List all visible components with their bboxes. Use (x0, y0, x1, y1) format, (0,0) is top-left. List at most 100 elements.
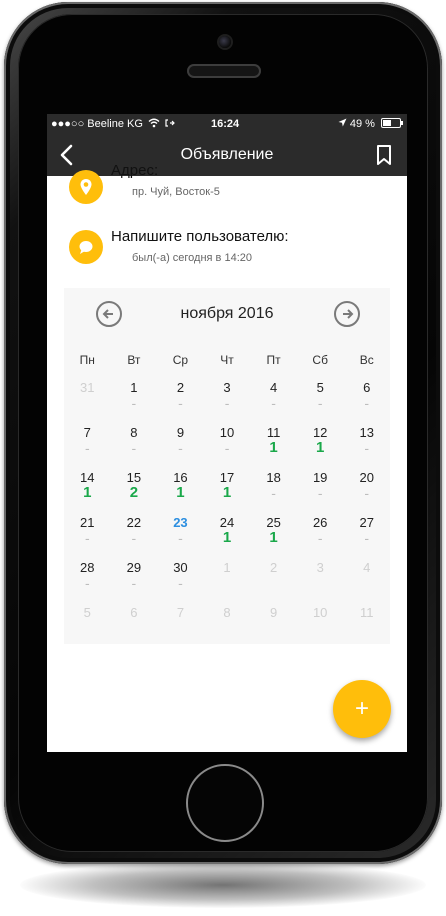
day-number: 8 (130, 425, 138, 440)
day-booking-count: - (317, 530, 323, 546)
calendar-day[interactable]: 28- (64, 554, 111, 599)
add-button[interactable]: + (333, 680, 391, 738)
front-camera (219, 36, 231, 48)
calendar-day: 2 (250, 554, 297, 599)
listing-content: Адрес: пр. Чуй, Восток-5 Напишите пользо… (47, 162, 407, 752)
day-number: 5 (83, 605, 91, 620)
day-number: 13 (359, 425, 374, 440)
calendar-day: 11 (343, 599, 390, 644)
calendar-week: 7-8-9-10-11 1 12 1 13- (64, 419, 390, 464)
day-number: 3 (316, 560, 324, 575)
location-pin-icon (69, 170, 103, 204)
calendar-day[interactable]: 9- (157, 419, 204, 464)
message-title[interactable]: Напишите пользователю: (111, 228, 289, 245)
carrier-signal: ●●●○○ Beeline KG (51, 118, 175, 130)
weekday-label: Пн (79, 353, 95, 367)
calendar-day: 31 (64, 374, 111, 419)
earpiece-speaker (187, 64, 261, 78)
calendar-day[interactable]: 27- (343, 509, 390, 554)
calendar-day[interactable]: 4- (250, 374, 297, 419)
day-number: 10 (219, 425, 235, 440)
day-number: 27 (359, 515, 374, 530)
day-number: 6 (130, 605, 138, 620)
location-arrow-icon (338, 118, 347, 127)
calendar-day-today[interactable]: 23- (157, 509, 204, 554)
next-month-button[interactable] (334, 301, 360, 327)
day-booking-count (297, 576, 344, 590)
calendar-day[interactable]: 15 2 (111, 464, 158, 509)
calendar-day[interactable]: 30- (157, 554, 204, 599)
day-booking-count (111, 621, 158, 635)
day-number: 9 (269, 605, 278, 620)
calendar-day[interactable]: 12 1 (297, 419, 344, 464)
day-booking-count: - (131, 395, 137, 411)
calendar-day[interactable]: 18- (250, 464, 297, 509)
calendar-day[interactable]: 5- (297, 374, 344, 419)
day-booking-count: 1 (222, 529, 232, 546)
day-number: 1 (130, 380, 138, 395)
day-number: 10 (312, 605, 328, 620)
weekday-label: Ср (172, 353, 189, 367)
day-booking-count: - (131, 530, 137, 546)
day-booking-count (157, 621, 204, 635)
weekday-label: Чт (220, 353, 234, 367)
calendar-day[interactable]: 7- (64, 419, 111, 464)
battery-percent: 49 % (349, 118, 375, 130)
weekday-label: Сб (312, 353, 328, 367)
address-value: пр. Чуй, Восток-5 (132, 186, 220, 198)
calendar-day[interactable]: 17 1 (204, 464, 251, 509)
calendar-day[interactable]: 16 1 (157, 464, 204, 509)
calendar-day[interactable]: 19- (297, 464, 344, 509)
status-bar: ●●●○○ Beeline KG 16:24 49 % (47, 114, 407, 134)
day-number: 22 (126, 515, 142, 530)
calendar-day: 5 (64, 599, 111, 644)
weekday-label: Вт (127, 353, 141, 367)
calendar-day[interactable]: 1- (111, 374, 158, 419)
bookmark-icon[interactable] (373, 144, 395, 166)
status-time: 16:24 (211, 118, 240, 130)
calendar-day[interactable]: 26- (297, 509, 344, 554)
weekday-label: Пт (266, 353, 281, 367)
calendar-day: 8 (204, 599, 251, 644)
calendar-grid: Пн Вт Ср Чт Пт Сб Вс 31 1-2-3-4-5-6-7-8-9-10-11… (64, 346, 390, 644)
day-booking-count: - (84, 575, 90, 591)
day-booking-count: 1 (269, 529, 278, 546)
home-button[interactable] (186, 764, 264, 842)
calendar-day[interactable]: 14 1 (64, 464, 111, 509)
calendar-day[interactable]: 20- (343, 464, 390, 509)
calendar-day[interactable]: 13- (343, 419, 390, 464)
weekday-label: Вс (359, 353, 374, 367)
day-booking-count: - (364, 395, 370, 411)
day-number: 1 (223, 560, 231, 575)
calendar-day[interactable]: 11 1 (250, 419, 297, 464)
calendar-day[interactable]: 22- (111, 509, 158, 554)
calendar-day[interactable]: 24 1 (204, 509, 251, 554)
calendar-day[interactable]: 2- (157, 374, 204, 419)
calendar-day: 1 (204, 554, 251, 599)
day-number: 26 (312, 515, 328, 530)
day-booking-count: - (178, 575, 183, 591)
day-booking-count: 1 (83, 484, 92, 501)
calendar-day[interactable]: 29- (111, 554, 158, 599)
calendar-week: 5 6 7 8 9 10 11 (64, 599, 390, 644)
calendar-day[interactable]: 6- (343, 374, 390, 419)
day-booking-count: 2 (129, 484, 139, 501)
day-booking-count (204, 576, 251, 590)
page-title: Объявление (180, 146, 274, 163)
calendar-day[interactable]: 10- (204, 419, 251, 464)
calendar-day[interactable]: 25 1 (250, 509, 297, 554)
day-number: 2 (269, 560, 278, 575)
calendar-day: 9 (250, 599, 297, 644)
carrier-label: ●●●○○ Beeline KG (51, 118, 143, 130)
day-number: 29 (126, 560, 142, 575)
calendar-day[interactable]: 8- (111, 419, 158, 464)
day-number: 4 (269, 380, 278, 395)
day-number: 3 (223, 380, 231, 395)
calendar-day[interactable]: 21- (64, 509, 111, 554)
day-number: 21 (80, 515, 95, 530)
calendar-day[interactable]: 3- (204, 374, 251, 419)
day-number: 20 (359, 470, 374, 485)
day-booking-count (250, 576, 297, 590)
chat-bubble-icon (69, 230, 103, 264)
calendar-day: 4 (343, 554, 390, 599)
